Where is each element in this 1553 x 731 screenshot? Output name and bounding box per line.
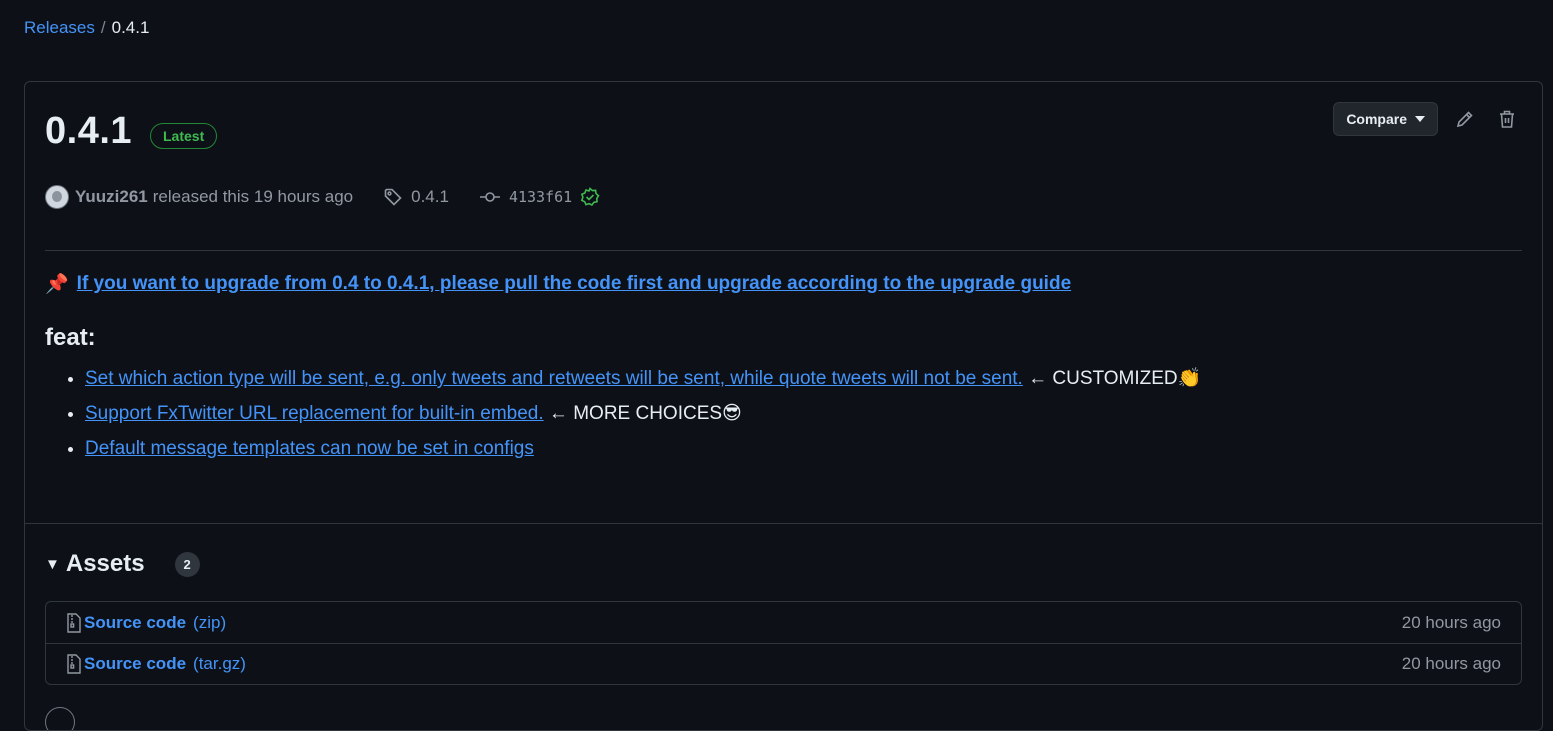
feature-suffix: ← CUSTOMIZED👏 bbox=[1022, 368, 1202, 389]
feature-link[interactable]: Default message templates can now be set… bbox=[85, 438, 534, 459]
caret-down-icon bbox=[1415, 116, 1425, 122]
delete-button[interactable] bbox=[1492, 104, 1522, 134]
assets-toggle[interactable]: ▼ Assets 2 bbox=[45, 550, 200, 578]
asset-date: 20 hours ago bbox=[1401, 612, 1501, 632]
commit-link[interactable]: 4133f61 bbox=[479, 187, 600, 207]
triangle-down-icon: ▼ bbox=[45, 555, 60, 573]
assets-heading: Assets bbox=[65, 550, 145, 577]
release-actions: Compare bbox=[1333, 102, 1522, 136]
asset-name: Source code bbox=[84, 654, 187, 673]
feature-suffix: ← MORE CHOICES😎 bbox=[543, 403, 742, 424]
asset-name: Source code bbox=[84, 612, 187, 632]
file-zip-icon bbox=[67, 654, 81, 674]
latest-badge: Latest bbox=[150, 123, 218, 149]
tag-link[interactable]: 0.4.1 bbox=[383, 187, 449, 207]
assets-divider bbox=[25, 523, 1542, 524]
asset-row: Source code (zip) 20 hours ago bbox=[46, 602, 1521, 643]
feature-list: Set which action type will be sent, e.g.… bbox=[45, 366, 1522, 461]
file-zip-icon bbox=[67, 612, 81, 633]
breadcrumb-current: 0.4.1 bbox=[111, 18, 150, 37]
list-item: Support FxTwitter URL replacement for bu… bbox=[85, 401, 1522, 426]
released-text: released this 19 hours ago bbox=[152, 187, 354, 206]
asset-ext: (tar.gz) bbox=[193, 654, 246, 673]
verified-check-icon[interactable] bbox=[580, 187, 600, 207]
asset-row: Source code (tar.gz) 20 hours ago bbox=[46, 643, 1521, 684]
feat-heading: feat: bbox=[45, 324, 96, 351]
asset-link-zip[interactable]: Source code (zip) bbox=[66, 613, 226, 633]
tag-icon bbox=[384, 188, 402, 206]
upgrade-guide-link[interactable]: If you want to upgrade from 0.4 to 0.4.1… bbox=[77, 273, 1071, 295]
breadcrumb-separator: / bbox=[100, 18, 106, 37]
header-divider bbox=[45, 250, 1522, 251]
avatar[interactable] bbox=[45, 185, 69, 209]
list-item: Default message templates can now be set… bbox=[85, 436, 1522, 461]
pin-emoji: 📌 bbox=[45, 274, 69, 295]
release-card: 0.4.1 Latest Compare Yuuzi261 released t… bbox=[24, 81, 1543, 731]
compare-label: Compare bbox=[1346, 111, 1407, 127]
tag-label: 0.4.1 bbox=[411, 187, 449, 206]
feature-link[interactable]: Support FxTwitter URL replacement for bu… bbox=[85, 403, 544, 424]
edit-button[interactable] bbox=[1450, 104, 1480, 134]
assets-count-badge: 2 bbox=[174, 551, 200, 577]
feature-link[interactable]: Set which action type will be sent, e.g.… bbox=[85, 368, 1023, 389]
reaction-button[interactable] bbox=[45, 707, 75, 730]
compare-button[interactable]: Compare bbox=[1333, 102, 1438, 136]
release-notes: 📌 If you want to upgrade from 0.4 to 0.4… bbox=[45, 272, 1522, 471]
asset-date: 20 hours ago bbox=[1401, 654, 1501, 673]
release-title[interactable]: 0.4.1 bbox=[45, 110, 132, 153]
commit-hash: 4133f61 bbox=[508, 188, 573, 206]
commit-icon bbox=[479, 192, 500, 202]
release-meta: Yuuzi261 released this 19 hours ago 0.4.… bbox=[45, 185, 600, 209]
asset-link-targz[interactable]: Source code (tar.gz) bbox=[66, 654, 246, 674]
upgrade-notice: 📌 If you want to upgrade from 0.4 to 0.4… bbox=[45, 272, 1522, 296]
assets-list: Source code (zip) 20 hours ago Source co… bbox=[45, 601, 1522, 685]
breadcrumb-releases-link[interactable]: Releases bbox=[24, 18, 95, 38]
asset-ext: (zip) bbox=[193, 612, 227, 632]
list-item: Set which action type will be sent, e.g.… bbox=[85, 366, 1522, 391]
author-link[interactable]: Yuuzi261 bbox=[75, 187, 148, 207]
trash-icon bbox=[1500, 110, 1514, 128]
breadcrumb: Releases / 0.4.1 bbox=[24, 18, 149, 38]
pencil-icon bbox=[1456, 111, 1473, 128]
